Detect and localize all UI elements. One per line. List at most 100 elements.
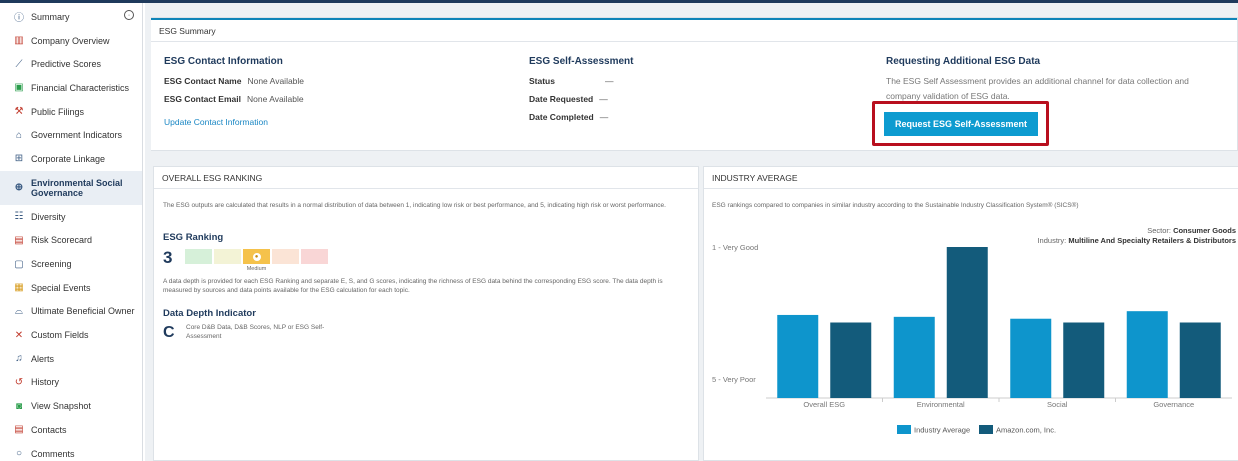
sidebar-item-financial-characteristics[interactable]: ▣ Financial Characteristics bbox=[0, 76, 142, 100]
request-data-description: The ESG Self Assessment provides an addi… bbox=[886, 76, 1189, 101]
data-depth-value: C bbox=[163, 324, 175, 341]
update-contact-link[interactable]: Update Contact Information bbox=[164, 117, 304, 127]
sidebar-item-government-indicators[interactable]: ⌂ Government Indicators bbox=[0, 123, 142, 147]
sidebar-item-company-overview[interactable]: ▥ Company Overview bbox=[0, 29, 142, 53]
data-depth-note: A data depth is provided for each ESG Ra… bbox=[163, 278, 663, 294]
trend-chart-icon: ⟋ bbox=[15, 58, 23, 70]
screening-icon: ▢ bbox=[14, 258, 24, 270]
bell-icon: ♫ bbox=[15, 353, 23, 365]
sidebar-item-custom-fields[interactable]: ✕ Custom Fields bbox=[0, 323, 142, 347]
legend-label-1: Amazon.com, Inc. bbox=[996, 426, 1056, 435]
esg-summary-header: ESG Summary bbox=[151, 18, 1237, 42]
sidebar-item-label: Screening bbox=[31, 259, 72, 270]
sidebar-item-label: Risk Scorecard bbox=[31, 235, 93, 246]
data-depth-title: Data Depth Indicator bbox=[163, 308, 256, 319]
sidebar-item-predictive-scores[interactable]: ⟋ Predictive Scores bbox=[0, 52, 142, 76]
sidebar-item-label: Company Overview bbox=[31, 35, 110, 46]
legend-label-0: Industry Average bbox=[914, 426, 970, 435]
ranking-swatch-4 bbox=[272, 249, 299, 264]
people-icon: ☷ bbox=[14, 211, 24, 223]
bar-industry-average-governance bbox=[1126, 311, 1168, 398]
summary-pin-icon[interactable]: · bbox=[124, 10, 134, 20]
sidebar-item-risk-scorecard[interactable]: ▤ Risk Scorecard bbox=[0, 229, 142, 253]
date-requested-label: Date Requested bbox=[529, 94, 594, 104]
contact-name-value: None Available bbox=[247, 76, 305, 86]
contact-name-label: ESG Contact Name bbox=[164, 76, 242, 86]
bar-amazon-governance bbox=[1179, 322, 1221, 398]
industry-average-card: INDUSTRY AVERAGE ESG rankings compared t… bbox=[703, 166, 1238, 461]
bar-industry-average-social bbox=[1010, 318, 1052, 398]
ranking-swatch-3-selected: ● bbox=[243, 249, 270, 264]
money-icon: ▣ bbox=[14, 82, 24, 94]
sidebar-item-label: Predictive Scores bbox=[31, 59, 102, 70]
sidebar-item-contacts[interactable]: ▤ Contacts bbox=[0, 418, 142, 442]
bar-amazon-overall-esg bbox=[830, 322, 872, 398]
government-icon: ⌂ bbox=[15, 129, 23, 141]
sidebar-item-view-snapshot[interactable]: ◙ View Snapshot bbox=[0, 394, 142, 418]
sidebar-item-label: Comments bbox=[31, 448, 75, 459]
sidebar-item-diversity[interactable]: ☷ Diversity bbox=[0, 205, 142, 229]
contact-info-title: ESG Contact Information bbox=[164, 56, 283, 67]
contact-name-row: ESG Contact Name None Available bbox=[164, 76, 304, 86]
sidebar-item-summary[interactable]: ⓘ Summary · bbox=[0, 5, 142, 29]
status-value: — bbox=[605, 76, 614, 86]
ranking-swatch-1 bbox=[185, 249, 212, 264]
scorecard-icon: ▤ bbox=[14, 234, 24, 246]
sidebar-item-label: Custom Fields bbox=[31, 330, 89, 341]
request-self-assessment-button[interactable]: Request ESG Self-Assessment bbox=[884, 112, 1038, 136]
sidebar-item-label: Government Indicators bbox=[31, 130, 123, 141]
x-tick-label: Governance bbox=[1153, 400, 1194, 409]
info-circle-icon: ⓘ bbox=[14, 13, 24, 25]
card-accent-bar bbox=[151, 18, 1237, 20]
sidebar-item-label: Diversity bbox=[31, 211, 66, 222]
sidebar-item-special-events[interactable]: ▦ Special Events bbox=[0, 276, 142, 300]
comment-icon: ○ bbox=[15, 448, 23, 460]
bar-industry-average-overall-esg bbox=[777, 314, 819, 398]
request-data-title: Requesting Additional ESG Data bbox=[886, 56, 1041, 67]
sidebar-item-label: Alerts bbox=[31, 353, 55, 364]
date-completed-row: Date Completed — bbox=[529, 112, 634, 122]
sidebar-item-label: Contacts bbox=[31, 424, 67, 435]
bar-amazon-social bbox=[1063, 322, 1105, 398]
sidebar-item-label: Public Filings bbox=[31, 106, 85, 117]
sidebar-item-screening[interactable]: ▢ Screening bbox=[0, 252, 142, 276]
main-content: ESG Summary ESG Contact Information ESG … bbox=[145, 3, 1238, 461]
x-tick-label: Overall ESG bbox=[803, 400, 845, 409]
sidebar-item-label: Summary bbox=[31, 11, 70, 22]
sidebar-item-label: Environmental Social Governance bbox=[31, 177, 123, 198]
contact-email-row: ESG Contact Email None Available bbox=[164, 94, 304, 104]
sidebar-item-ultimate-beneficial-owner[interactable]: ⌓ Ultimate Beneficial Owner bbox=[0, 300, 142, 324]
selected-rank-marker-icon: ● bbox=[252, 252, 261, 261]
sidebar-item-label: Corporate Linkage bbox=[31, 153, 106, 164]
sidebar-item-environmental-social-governance[interactable]: ⊕ Environmental Social Governance bbox=[0, 170, 142, 205]
x-tick-label: Social bbox=[1047, 400, 1068, 409]
ranking-swatch-5 bbox=[301, 249, 328, 264]
esg-summary-card: ESG Summary ESG Contact Information ESG … bbox=[151, 17, 1238, 151]
contact-email-value: None Available bbox=[247, 94, 304, 104]
industry-average-chart: 1 - Very Good 5 - Very Poor Overall ESG Env… bbox=[712, 243, 1232, 435]
contacts-icon: ▤ bbox=[14, 424, 24, 436]
legend-swatch-1 bbox=[979, 425, 993, 434]
contact-email-label: ESG Contact Email bbox=[164, 94, 241, 104]
ranking-description: The ESG outputs are calculated that resu… bbox=[163, 202, 666, 209]
sidebar-item-alerts[interactable]: ♫ Alerts bbox=[0, 347, 142, 371]
sidebar-item-label: Ultimate Beneficial Owner bbox=[31, 306, 135, 317]
sidebar-item-comments[interactable]: ○ Comments bbox=[0, 442, 142, 461]
bar-amazon-environmental bbox=[946, 247, 988, 398]
building-icon: ▥ bbox=[14, 35, 24, 47]
ranking-header: OVERALL ESG RANKING bbox=[154, 167, 698, 189]
data-depth-description: Core D&B Data, D&B Scores, NLP or ESG Se… bbox=[186, 324, 325, 340]
sidebar-item-label: View Snapshot bbox=[31, 401, 91, 412]
status-row: Status — bbox=[529, 76, 634, 86]
sidebar-item-corporate-linkage[interactable]: ⊞ Corporate Linkage bbox=[0, 147, 142, 171]
y-tick-label-very-good: 1 - Very Good bbox=[712, 243, 758, 252]
sidebar-item-history[interactable]: ↺ History bbox=[0, 371, 142, 395]
bar-industry-average-environmental bbox=[893, 316, 935, 398]
legend-swatch-0 bbox=[897, 425, 911, 434]
sidebar-nav: ⓘ Summary · ▥ Company Overview ⟋ Predictive Sc… bbox=[0, 3, 143, 461]
x-tick-label: Environmental bbox=[917, 400, 965, 409]
sidebar-item-label: Special Events bbox=[31, 282, 91, 293]
ranking-swatch-2 bbox=[214, 249, 241, 264]
history-icon: ↺ bbox=[14, 376, 24, 388]
sidebar-item-public-filings[interactable]: ⚒ Public Filings bbox=[0, 100, 142, 124]
